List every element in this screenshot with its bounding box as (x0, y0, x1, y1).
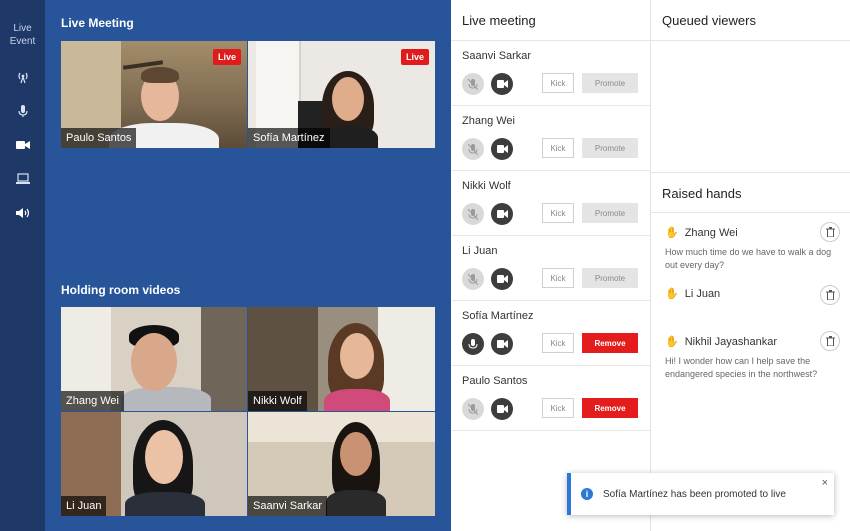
toast-message: Sofía Martínez has been promoted to live (603, 488, 786, 500)
participant-name: Li Juan (462, 245, 498, 257)
microphone-icon[interactable] (0, 94, 45, 128)
kick-button[interactable]: Kick (542, 398, 574, 418)
promote-button[interactable]: Promote (582, 138, 638, 158)
trash-icon[interactable] (820, 285, 840, 305)
promote-button[interactable]: Promote (582, 73, 638, 93)
speaker-icon[interactable] (0, 196, 45, 230)
raised-hand-item: ✋ Li Juan (665, 285, 840, 305)
video-tile-live-1[interactable]: Live Paulo Santos (61, 41, 247, 148)
participant-name: Zhang Wei (462, 115, 515, 127)
participant-row: Li Juan Kick Promote (451, 236, 650, 301)
mic-muted-icon[interactable] (462, 73, 484, 95)
raised-hand-name: Zhang Wei (684, 226, 738, 239)
holding-room-title: Holding room videos (61, 283, 181, 297)
mic-on-icon[interactable] (462, 333, 484, 355)
trash-icon[interactable] (820, 331, 840, 351)
trash-icon[interactable] (820, 222, 840, 242)
video-tile-holding-4[interactable]: Saanvi Sarkar (248, 412, 435, 516)
promote-button[interactable]: Promote (582, 268, 638, 288)
tile-name-label: Saanvi Sarkar (248, 496, 328, 516)
raised-hands-title: Raised hands (651, 173, 850, 213)
tile-name-label: Li Juan (61, 496, 107, 516)
tile-name-label: Sofía Martínez (248, 128, 330, 148)
video-tile-holding-1[interactable]: Zhang Wei (61, 307, 247, 411)
kick-button[interactable]: Kick (542, 138, 574, 158)
promotion-toast: i Sofía Martínez has been promoted to li… (567, 473, 834, 515)
raised-hand-item: ✋ Nikhil Jayashankar Hi! I wonder how ca… (665, 331, 840, 381)
info-icon: i (581, 488, 593, 500)
camera-icon[interactable] (491, 268, 513, 290)
tile-name-label: Zhang Wei (61, 391, 124, 411)
remove-button[interactable]: Remove (582, 398, 638, 418)
camera-icon[interactable] (491, 73, 513, 95)
live-meeting-panel-title: Live meeting (451, 0, 650, 41)
promote-button[interactable]: Promote (582, 203, 638, 223)
camera-icon[interactable] (491, 333, 513, 355)
tile-name-label: Paulo Santos (61, 128, 137, 148)
remove-button[interactable]: Remove (582, 333, 638, 353)
raised-hand-icon: ✋ (665, 288, 679, 300)
raised-hand-icon: ✋ (665, 336, 679, 348)
kick-button[interactable]: Kick (542, 268, 574, 288)
raised-hand-name: Li Juan (684, 287, 721, 300)
rail-title: Live Event (9, 23, 36, 47)
raised-hand-question: Hi! I wonder how can I help save the end… (665, 356, 818, 379)
mic-muted-icon[interactable] (462, 398, 484, 420)
video-tile-live-2[interactable]: Live Sofía Martínez (248, 41, 435, 148)
raised-hand-icon: ✋ (665, 227, 679, 239)
raised-hand-item: ✋ Zhang Wei How much time do we have to … (665, 222, 840, 272)
live-badge: Live (212, 49, 241, 65)
camera-icon[interactable] (491, 138, 513, 160)
participant-name: Nikki Wolf (462, 180, 511, 192)
participant-row: Zhang Wei Kick Promote (451, 106, 650, 171)
kick-button[interactable]: Kick (542, 73, 574, 93)
mic-muted-icon[interactable] (462, 203, 484, 225)
participant-name: Sofía Martínez (462, 310, 534, 322)
video-stage: Live Meeting Live Paulo Santos Live Sofí… (45, 0, 451, 531)
mic-muted-icon[interactable] (462, 138, 484, 160)
left-rail: Live Event (0, 0, 45, 531)
tile-name-label: Nikki Wolf (248, 391, 307, 411)
participant-name: Paulo Santos (462, 375, 528, 387)
mic-muted-icon[interactable] (462, 268, 484, 290)
participant-name: Saanvi Sarkar (462, 50, 532, 62)
kick-button[interactable]: Kick (542, 333, 574, 353)
side-panel: Queued viewers Raised hands ✋ Zhang Wei … (651, 0, 850, 531)
participant-row: Nikki Wolf Kick Promote (451, 171, 650, 236)
laptop-icon[interactable] (0, 162, 45, 196)
camera-icon[interactable] (0, 128, 45, 162)
live-meeting-title: Live Meeting (61, 16, 134, 30)
broadcast-icon[interactable] (0, 60, 45, 94)
camera-icon[interactable] (491, 398, 513, 420)
participant-row: Saanvi Sarkar Kick Promote (451, 41, 650, 106)
close-icon[interactable]: × (822, 477, 828, 489)
camera-icon[interactable] (491, 203, 513, 225)
video-tile-holding-2[interactable]: Nikki Wolf (248, 307, 435, 411)
queued-viewers-title: Queued viewers (651, 0, 850, 41)
kick-button[interactable]: Kick (542, 203, 574, 223)
queued-viewers-list (651, 41, 850, 173)
participant-row: Sofía Martínez Kick Remove (451, 301, 650, 366)
live-badge: Live (400, 49, 429, 65)
video-tile-holding-3[interactable]: Li Juan (61, 412, 247, 516)
raised-hand-name: Nikhil Jayashankar (684, 335, 778, 348)
participant-row: Paulo Santos Kick Remove (451, 366, 650, 431)
raised-hand-question: How much time do we have to walk a dog o… (665, 247, 832, 270)
live-meeting-panel: Live meeting Saanvi Sarkar Kick Promote … (451, 0, 651, 531)
